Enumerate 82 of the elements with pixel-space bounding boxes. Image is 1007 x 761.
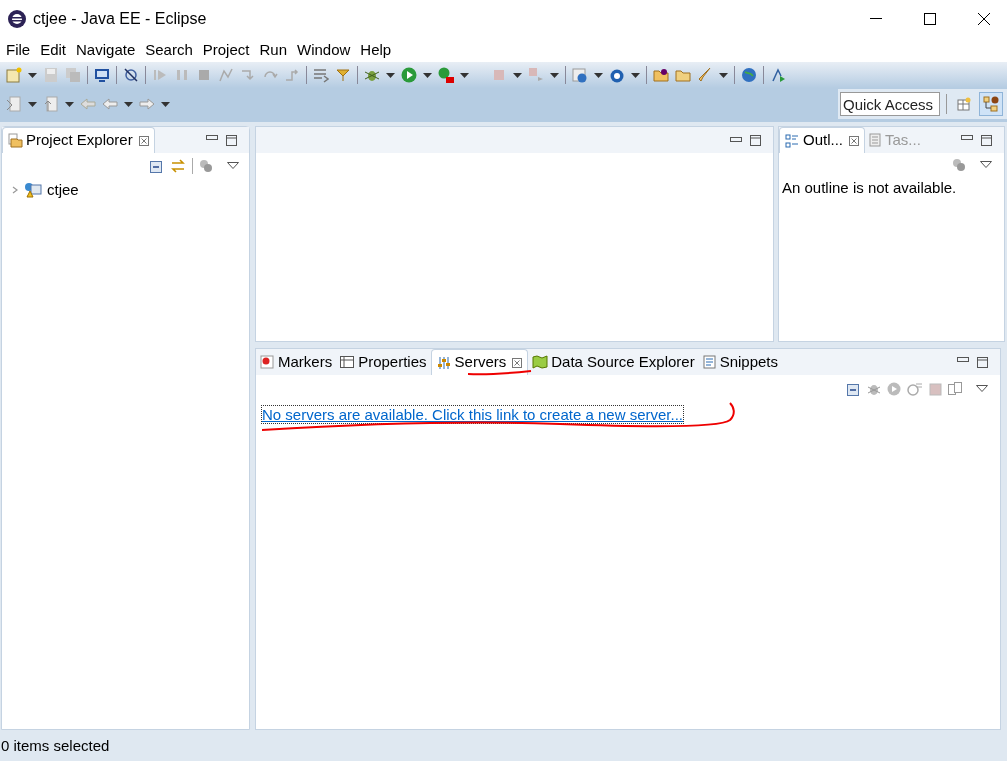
sliders-icon — [436, 355, 451, 370]
tree-item[interactable]: ctjee — [2, 179, 249, 201]
minimize-icon[interactable] — [961, 134, 973, 141]
brush-icon[interactable] — [697, 67, 713, 83]
dropdown-caret-icon[interactable] — [550, 72, 559, 78]
close-icon — [978, 13, 990, 25]
dropdown-caret-icon[interactable] — [460, 72, 469, 78]
menu-item[interactable]: File — [1, 38, 36, 62]
outline-message: An outline is not available. — [781, 178, 958, 198]
filter-arrow-icon[interactable] — [335, 67, 351, 83]
dropdown-caret-icon[interactable] — [423, 72, 432, 78]
panel-tab[interactable]: Outl... — [779, 127, 865, 153]
panel-tab[interactable]: Data Source Explorer — [528, 349, 699, 375]
menu-item[interactable]: Window — [292, 38, 356, 62]
table-icon — [340, 355, 355, 369]
minimize-icon[interactable] — [730, 137, 742, 143]
maximize-icon[interactable] — [750, 134, 761, 146]
run-server-icon[interactable] — [438, 67, 454, 83]
dropdown-caret-icon[interactable] — [513, 72, 522, 78]
bug-icon[interactable] — [867, 382, 881, 396]
view-menu-icon[interactable] — [976, 385, 988, 393]
menu-item[interactable]: Navigate — [71, 38, 141, 62]
status-text: 0 items selected — [0, 736, 110, 757]
panel-tab[interactable]: Snippets — [698, 349, 782, 375]
project-icon — [24, 182, 42, 198]
panel-tab[interactable]: Properties — [336, 349, 431, 375]
collapse-all-icon[interactable] — [847, 382, 861, 396]
minimize-icon — [870, 18, 882, 20]
window-title: ctjee - Java EE - Eclipse — [33, 9, 207, 29]
dropdown-caret-icon[interactable] — [161, 101, 170, 107]
dropdown-caret-icon[interactable] — [594, 72, 603, 78]
snippet-icon — [702, 355, 716, 369]
menu-item[interactable]: Edit — [35, 38, 72, 62]
map-icon — [532, 355, 549, 369]
markers-icon — [260, 355, 274, 369]
maximize-icon[interactable] — [981, 134, 992, 146]
close-icon[interactable] — [512, 357, 523, 368]
lines-arrow-icon[interactable] — [313, 67, 329, 83]
dropdown-caret-icon[interactable] — [124, 101, 133, 107]
panel-tab[interactable]: Servers — [430, 349, 529, 375]
panel-tab[interactable]: Project Explorer — [2, 127, 155, 153]
close-icon[interactable] — [138, 135, 149, 146]
skip-breakpoints-icon[interactable] — [123, 67, 139, 83]
dropdown-caret-icon[interactable] — [631, 72, 640, 78]
quick-access-field[interactable]: Quick Access — [840, 92, 940, 116]
perspective-button[interactable] — [979, 92, 1003, 116]
panel-tab[interactable]: Markers — [256, 349, 337, 375]
dropdown-caret-icon[interactable] — [719, 72, 728, 78]
maximize-icon[interactable] — [977, 356, 988, 368]
outline-icon — [785, 133, 799, 148]
view-menu-icon[interactable] — [227, 162, 239, 170]
minimize-icon[interactable] — [206, 134, 218, 141]
menu-item[interactable]: Search — [140, 38, 198, 62]
maximize-icon — [924, 13, 936, 25]
close-icon[interactable] — [849, 135, 859, 146]
view-menu-icon[interactable] — [980, 161, 992, 169]
run-icon[interactable] — [401, 67, 417, 83]
link-arrows-icon[interactable] — [170, 159, 186, 173]
folder-page-icon — [8, 133, 23, 148]
menu-item[interactable]: Help — [355, 38, 397, 62]
collapse-all-icon[interactable] — [150, 159, 164, 173]
maximize-icon[interactable] — [226, 134, 237, 146]
app-icon — [7, 9, 27, 29]
monitor-icon[interactable] — [94, 67, 110, 83]
filter-icon[interactable] — [952, 158, 966, 172]
grid-icon — [957, 97, 971, 111]
annotation-underline — [467, 370, 533, 376]
menu-item[interactable]: Run — [254, 38, 292, 62]
hierarchy-icon — [983, 96, 999, 112]
dropdown-caret-icon[interactable] — [386, 72, 395, 78]
globe-icon[interactable] — [741, 67, 757, 83]
create-server-link[interactable]: No servers are available. Click this link to create a new server... — [262, 406, 683, 423]
dropdown-caret-icon[interactable] — [65, 101, 74, 107]
dropdown-caret-icon[interactable] — [28, 72, 37, 78]
dropdown-caret-icon[interactable] — [28, 101, 37, 107]
clipboard-icon — [869, 133, 881, 147]
folder-icon[interactable] — [653, 67, 669, 83]
menu-item[interactable]: Project — [197, 38, 255, 62]
globe-window-icon[interactable] — [572, 67, 588, 83]
minimize-icon[interactable] — [957, 356, 969, 363]
filter-icon[interactable] — [199, 159, 213, 173]
documents-icon[interactable] — [948, 382, 962, 396]
